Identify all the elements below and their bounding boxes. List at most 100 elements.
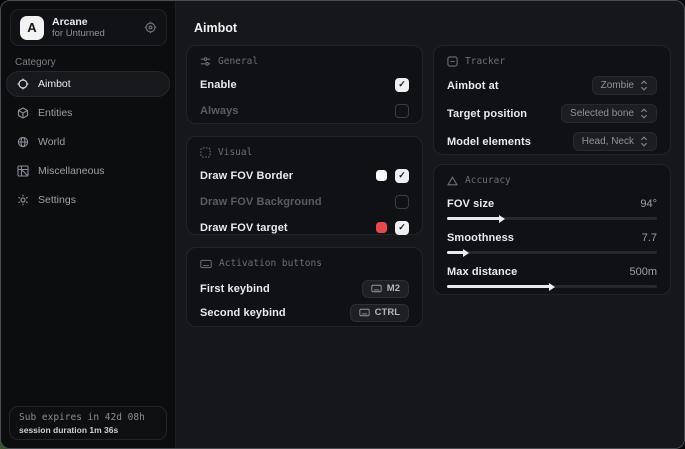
sub-expiry-text: Sub expires in 42d 08h <box>19 412 157 423</box>
card-title: Visual <box>218 147 252 158</box>
sidebar-item-label: World <box>38 136 65 148</box>
setting-row-model-elements: Model elements Head, Neck <box>447 132 657 151</box>
setting-row-enable: Enable <box>200 76 409 93</box>
sidebar-item-label: Miscellaneous <box>38 165 105 177</box>
card-visual: Visual Draw FOV Border Draw FOV Backgrou… <box>186 136 423 235</box>
card-activation-buttons: Activation buttons First keybind M2 Seco… <box>186 247 423 327</box>
session-duration-text: session duration 1m 36s <box>19 425 157 435</box>
chevron-up-down-icon <box>640 136 648 147</box>
target-frame-icon <box>447 56 458 67</box>
gear-icon <box>17 194 29 206</box>
slider-fill <box>447 217 500 220</box>
keyboard-icon <box>359 308 370 317</box>
card-tracker: Tracker Aimbot at Zombie Target position… <box>433 45 671 155</box>
setting-row-fov-border: Draw FOV Border <box>200 167 409 184</box>
fov-border-checkbox[interactable] <box>395 169 409 183</box>
setting-label: Draw FOV target <box>200 222 288 234</box>
keybind-value: M2 <box>387 283 400 294</box>
sidebar-item-entities[interactable]: Entities <box>6 100 170 126</box>
card-title: Activation buttons <box>219 258 322 269</box>
max-distance-slider[interactable] <box>447 285 657 288</box>
sidebar-item-label: Entities <box>38 107 72 119</box>
slider-value: 94° <box>640 198 657 210</box>
app-window: A Arcane for Unturned Category A <box>0 0 685 449</box>
sidebar-item-settings[interactable]: Settings <box>6 187 170 213</box>
app-name: Arcane <box>52 16 105 28</box>
main-panel: Aimbot General Enable Always <box>176 1 684 448</box>
setting-label: Smoothness <box>447 232 514 244</box>
card-title: Tracker <box>465 56 505 67</box>
model-elements-dropdown[interactable]: Head, Neck <box>573 132 657 151</box>
keybind-value: CTRL <box>375 307 400 318</box>
slider-value: 500m <box>629 266 657 278</box>
card-accuracy: Accuracy FOV size 94° Smoothness 7.7 <box>433 164 671 295</box>
app-logo: A <box>20 16 44 40</box>
card-title: Accuracy <box>465 175 511 186</box>
app-subtitle: for Unturned <box>52 28 105 39</box>
sidebar-item-label: Settings <box>38 194 76 206</box>
setting-label: First keybind <box>200 283 270 295</box>
setting-label: Draw FOV Border <box>200 170 293 182</box>
smoothness-slider[interactable] <box>447 251 657 254</box>
fov-size-slider[interactable] <box>447 217 657 220</box>
setting-label: Target position <box>447 108 527 120</box>
card-activation-header: Activation buttons <box>200 258 409 269</box>
slider-group-fov-size: FOV size 94° <box>447 196 657 220</box>
fov-background-checkbox[interactable] <box>395 195 409 209</box>
setting-row-fov-background: Draw FOV Background <box>200 193 409 210</box>
setting-label: Draw FOV Background <box>200 196 322 208</box>
scan-settings-icon[interactable] <box>144 21 157 34</box>
chevron-up-down-icon <box>640 80 648 91</box>
setting-row-aimbot-at: Aimbot at Zombie <box>447 76 657 95</box>
page-title: Aimbot <box>194 21 237 35</box>
aimbot-at-dropdown[interactable]: Zombie <box>592 76 657 95</box>
category-label: Category <box>15 57 56 68</box>
setting-label: Model elements <box>447 136 531 148</box>
dropdown-value: Head, Neck <box>582 136 634 147</box>
card-tracker-header: Tracker <box>447 56 657 67</box>
first-keybind-button[interactable]: M2 <box>362 280 409 298</box>
slider-fill <box>447 251 464 254</box>
card-visual-header: Visual <box>200 147 409 158</box>
sidebar-item-world[interactable]: World <box>6 129 170 155</box>
target-position-dropdown[interactable]: Selected bone <box>561 104 657 123</box>
setting-label: Aimbot at <box>447 80 499 92</box>
slider-value: 7.7 <box>642 232 657 244</box>
sparkle-box-icon <box>200 147 211 158</box>
card-general-header: General <box>200 56 409 67</box>
sidebar-item-aimbot[interactable]: Aimbot <box>6 71 170 97</box>
setting-label: FOV size <box>447 198 494 210</box>
second-keybind-button[interactable]: CTRL <box>350 304 409 322</box>
sidebar-item-label: Aimbot <box>38 78 71 90</box>
fov-target-checkbox[interactable] <box>395 221 409 235</box>
setting-row-second-keybind: Second keybind CTRL <box>200 304 409 321</box>
triangle-icon <box>447 176 458 186</box>
globe-icon <box>17 136 29 148</box>
brand-card: A Arcane for Unturned <box>10 9 167 46</box>
brand-text: Arcane for Unturned <box>52 16 105 39</box>
setting-row-target-position: Target position Selected bone <box>447 104 657 123</box>
setting-row-fov-target: Draw FOV target <box>200 219 409 236</box>
sidebar: A Arcane for Unturned Category A <box>1 1 176 448</box>
setting-row-first-keybind: First keybind M2 <box>200 280 409 297</box>
enable-checkbox[interactable] <box>395 78 409 92</box>
chevron-up-down-icon <box>640 108 648 119</box>
sidebar-item-miscellaneous[interactable]: Miscellaneous <box>6 158 170 184</box>
dropdown-value: Selected bone <box>570 108 634 119</box>
dropdown-value: Zombie <box>601 80 634 91</box>
card-title: General <box>218 56 258 67</box>
grid-icon <box>17 165 29 177</box>
crosshair-icon <box>17 78 29 90</box>
sliders-icon <box>200 56 211 67</box>
setting-label: Second keybind <box>200 307 286 319</box>
setting-label: Enable <box>200 79 237 91</box>
card-accuracy-header: Accuracy <box>447 175 657 186</box>
color-swatch-white[interactable] <box>376 170 387 181</box>
always-checkbox[interactable] <box>395 104 409 118</box>
slider-fill <box>447 285 550 288</box>
slider-group-smoothness: Smoothness 7.7 <box>447 230 657 254</box>
slider-group-max-distance: Max distance 500m <box>447 264 657 288</box>
setting-label: Max distance <box>447 266 517 278</box>
subscription-info-box: Sub expires in 42d 08h session duration … <box>9 406 167 440</box>
color-swatch-red[interactable] <box>376 222 387 233</box>
